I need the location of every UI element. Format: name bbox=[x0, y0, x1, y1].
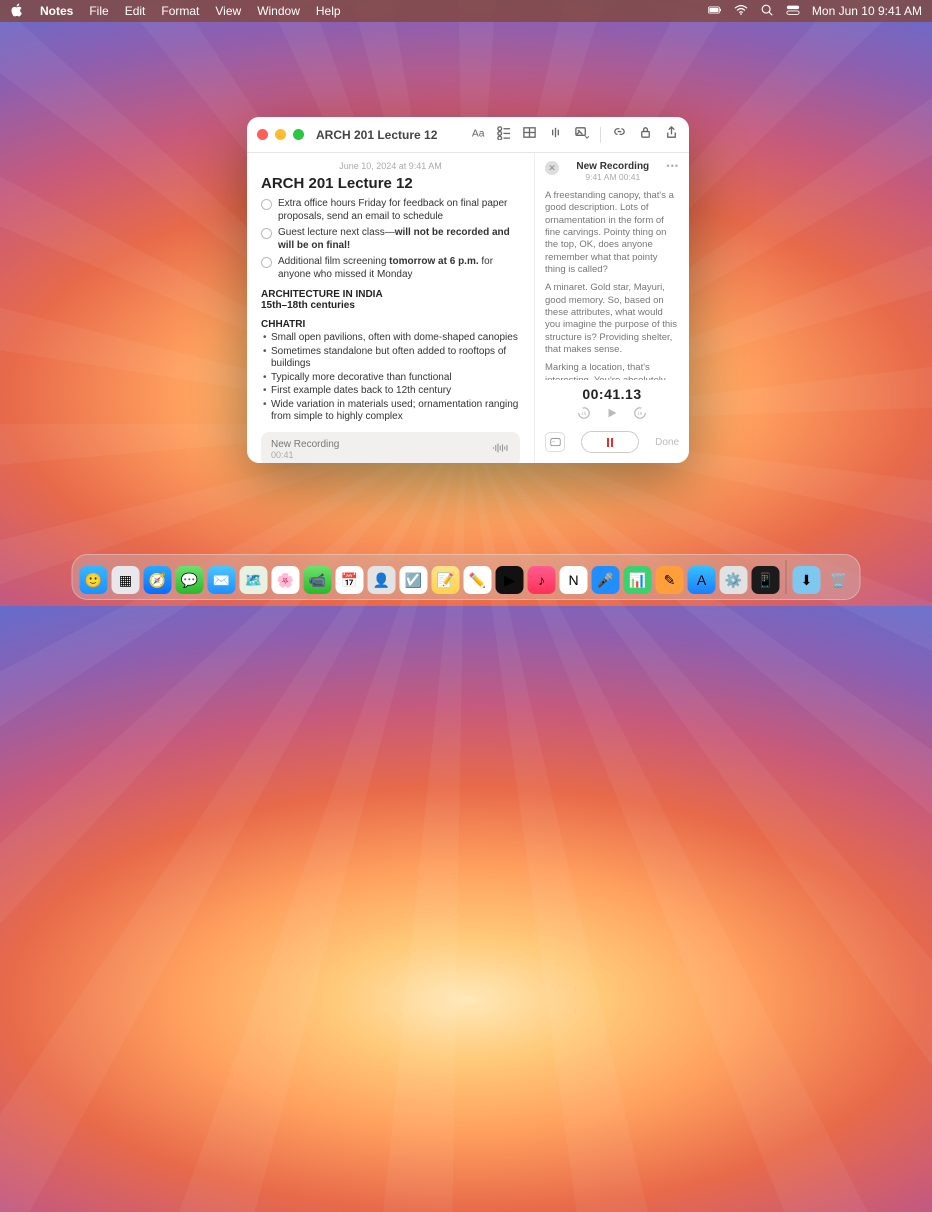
dock-safari[interactable]: 🧭 bbox=[144, 566, 172, 594]
dock-calendar[interactable]: 📅 bbox=[336, 566, 364, 594]
dock-settings[interactable]: ⚙️ bbox=[720, 566, 748, 594]
transcript[interactable]: A freestanding canopy, that's a good des… bbox=[535, 186, 689, 380]
window-title: ARCH 201 Lecture 12 bbox=[316, 128, 437, 142]
window-zoom[interactable] bbox=[293, 129, 304, 140]
checklist-item[interactable]: Additional film screening tomorrow at 6 … bbox=[261, 256, 520, 281]
dock-notes[interactable]: 📝 bbox=[432, 566, 460, 594]
menu-format[interactable]: Format bbox=[161, 4, 199, 18]
svg-text:“”: “” bbox=[552, 439, 555, 444]
dock-music[interactable]: ♪ bbox=[528, 566, 556, 594]
checklist-item[interactable]: Guest lecture next class—will not be rec… bbox=[261, 227, 520, 252]
table-button[interactable] bbox=[522, 125, 537, 145]
menubar: Notes File Edit Format View Window Help … bbox=[0, 0, 932, 22]
titlebar[interactable]: ARCH 201 Lecture 12 Aa bbox=[247, 117, 689, 153]
spotlight-icon[interactable] bbox=[760, 3, 774, 20]
format-button[interactable]: Aa bbox=[470, 125, 485, 145]
dock-messages[interactable]: 💬 bbox=[176, 566, 204, 594]
skip-forward-button[interactable]: 15 bbox=[633, 406, 647, 423]
dock-trash[interactable]: 🗑️ bbox=[825, 566, 853, 594]
bullet-item: First example dates back to 12th century bbox=[261, 385, 520, 398]
dock-photos[interactable]: 🌸 bbox=[272, 566, 300, 594]
pause-record-button[interactable] bbox=[581, 431, 639, 453]
svg-text:15: 15 bbox=[637, 411, 642, 416]
transcript-paragraph: Marking a location, that's interesting. … bbox=[545, 362, 679, 380]
svg-text:15: 15 bbox=[581, 411, 586, 416]
link-button[interactable] bbox=[612, 125, 627, 145]
skip-back-button[interactable]: 15 bbox=[577, 406, 591, 423]
dock-appstore[interactable]: A bbox=[688, 566, 716, 594]
menubar-datetime[interactable]: Mon Jun 10 9:41 AM bbox=[812, 4, 922, 18]
menu-view[interactable]: View bbox=[215, 4, 241, 18]
dock-contacts[interactable]: 👤 bbox=[368, 566, 396, 594]
done-button[interactable]: Done bbox=[655, 437, 679, 448]
recording-title: New Recording bbox=[565, 161, 661, 172]
dock-finder[interactable]: 🙂 bbox=[80, 566, 108, 594]
heading-centuries: 15th–18th centuries bbox=[261, 300, 520, 311]
close-panel-button[interactable]: ✕ bbox=[545, 161, 559, 175]
checkbox-icon[interactable] bbox=[261, 228, 272, 239]
recording-timer: 00:41.13 bbox=[545, 386, 679, 402]
transcript-paragraph: A minaret. Gold star, Mayuri, good memor… bbox=[545, 282, 679, 356]
dock-mail[interactable]: ✉️ bbox=[208, 566, 236, 594]
dock-launchpad[interactable]: ▦ bbox=[112, 566, 140, 594]
checklist-button[interactable] bbox=[496, 125, 511, 145]
dock-facetime[interactable]: 📹 bbox=[304, 566, 332, 594]
dock-downloads[interactable]: ⬇︎ bbox=[793, 566, 821, 594]
heading-arch: ARCHITECTURE IN INDIA bbox=[261, 289, 520, 300]
menu-file[interactable]: File bbox=[89, 4, 108, 18]
attachment-name: New Recording bbox=[271, 439, 484, 450]
control-center-icon[interactable] bbox=[786, 3, 800, 20]
transcript-toggle-button[interactable]: “” bbox=[545, 432, 565, 452]
dock-reminders[interactable]: ☑️ bbox=[400, 566, 428, 594]
more-button[interactable]: ••• bbox=[667, 161, 679, 171]
bullet-item: Wide variation in materials used; orname… bbox=[261, 399, 520, 424]
battery-icon[interactable] bbox=[708, 3, 722, 20]
transcript-paragraph: A freestanding canopy, that's a good des… bbox=[545, 190, 679, 276]
window-minimize[interactable] bbox=[275, 129, 286, 140]
window-close[interactable] bbox=[257, 129, 268, 140]
dock-keynote[interactable]: 🎤 bbox=[592, 566, 620, 594]
dock-separator bbox=[786, 560, 787, 594]
bullet-item: Sometimes standalone but often added to … bbox=[261, 346, 520, 371]
checkbox-icon[interactable] bbox=[261, 257, 272, 268]
checklist-item[interactable]: Extra office hours Friday for feedback o… bbox=[261, 198, 520, 223]
dock-numbers[interactable]: 📊 bbox=[624, 566, 652, 594]
media-button[interactable] bbox=[574, 125, 589, 145]
dock-iphone-mirror[interactable]: 📱 bbox=[752, 566, 780, 594]
recording-attachment[interactable]: New Recording 00:41 bbox=[261, 432, 520, 464]
recording-meta: 9:41 AM 00:41 bbox=[565, 172, 661, 182]
svg-text:Aa: Aa bbox=[472, 128, 485, 139]
heading-chhatri: CHHATRI bbox=[261, 319, 520, 330]
note-title: ARCH 201 Lecture 12 bbox=[261, 175, 520, 192]
recording-panel: ✕ New Recording 9:41 AM 00:41 ••• A free… bbox=[534, 153, 689, 463]
menu-window[interactable]: Window bbox=[257, 4, 300, 18]
notes-window: ARCH 201 Lecture 12 Aa June 10, 2024 at … bbox=[247, 117, 689, 463]
dock-freeform[interactable]: ✏️ bbox=[464, 566, 492, 594]
checkbox-icon[interactable] bbox=[261, 199, 272, 210]
dock-news[interactable]: N bbox=[560, 566, 588, 594]
bullet-item: Typically more decorative than functiona… bbox=[261, 372, 520, 385]
menu-help[interactable]: Help bbox=[316, 4, 341, 18]
menu-edit[interactable]: Edit bbox=[125, 4, 146, 18]
dock-tv[interactable]: ▶︎ bbox=[496, 566, 524, 594]
lock-button[interactable] bbox=[638, 125, 653, 145]
apple-menu[interactable] bbox=[10, 3, 24, 20]
wifi-icon[interactable] bbox=[734, 3, 748, 20]
share-button[interactable] bbox=[664, 125, 679, 145]
play-button[interactable] bbox=[605, 406, 619, 423]
waveform-icon bbox=[492, 442, 510, 457]
dock: 🙂▦🧭💬✉️🗺️🌸📹📅👤☑️📝✏️▶︎♪N🎤📊✎A⚙️📱 ⬇︎🗑️ bbox=[72, 554, 861, 600]
note-body[interactable]: June 10, 2024 at 9:41 AM ARCH 201 Lectur… bbox=[247, 153, 534, 463]
app-menu-notes[interactable]: Notes bbox=[40, 4, 73, 18]
dock-maps[interactable]: 🗺️ bbox=[240, 566, 268, 594]
note-date: June 10, 2024 at 9:41 AM bbox=[261, 161, 520, 171]
record-audio-button[interactable] bbox=[548, 125, 563, 145]
attachment-duration: 00:41 bbox=[271, 450, 484, 460]
bullet-item: Small open pavilions, often with dome-sh… bbox=[261, 332, 520, 345]
dock-pages[interactable]: ✎ bbox=[656, 566, 684, 594]
